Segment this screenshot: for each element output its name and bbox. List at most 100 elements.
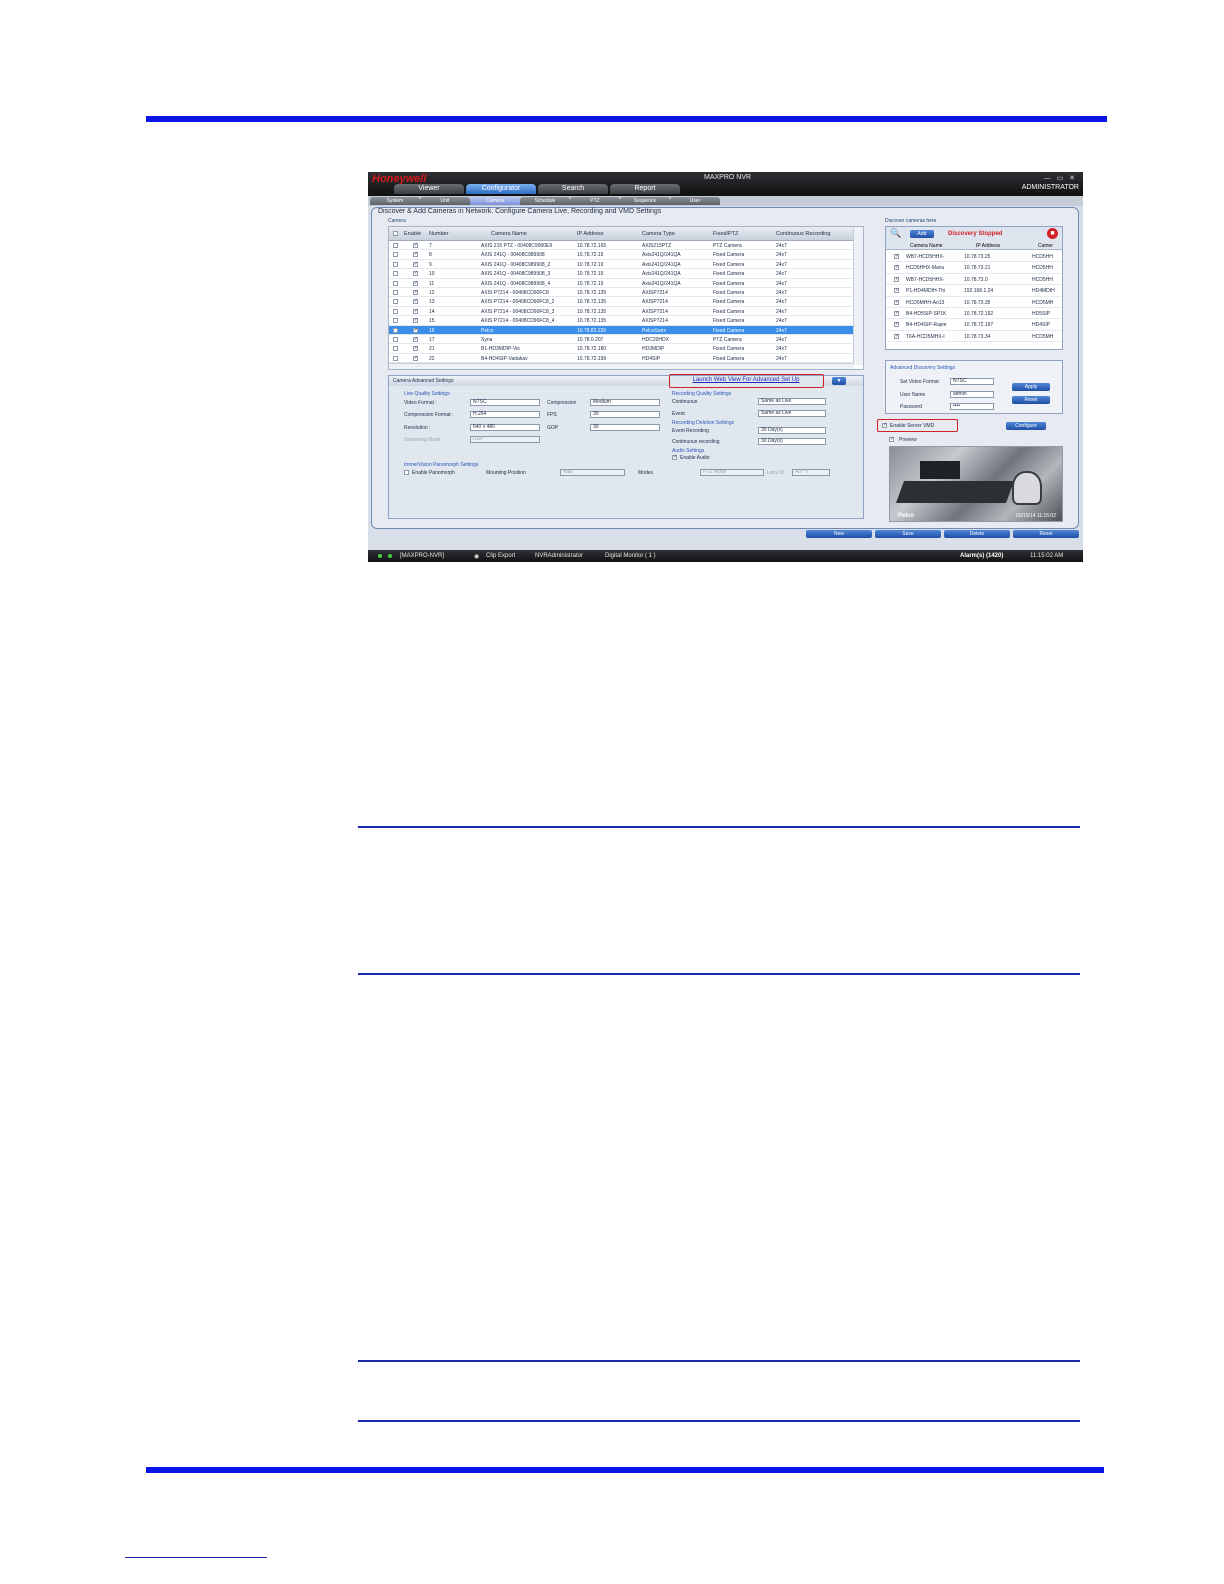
continuous-select[interactable]: Same as Live (758, 398, 826, 405)
row-select-checkbox[interactable] (393, 337, 398, 342)
window-controls[interactable]: — ▭ ✕ (1044, 174, 1077, 182)
row-enable-checkbox[interactable] (413, 298, 418, 305)
col-camera-type[interactable]: Camera Type (642, 231, 675, 237)
row-select-checkbox[interactable] (393, 308, 398, 314)
stop-icon[interactable]: ■ (1047, 228, 1058, 239)
discover-row-checkbox[interactable] (894, 287, 899, 294)
row-select-checkbox[interactable] (393, 355, 398, 361)
compression-format-select[interactable]: H.264 (470, 411, 540, 418)
tab-configurator[interactable]: Configurator (466, 184, 536, 194)
gop-input[interactable]: 30 (590, 424, 660, 431)
camera-table-hscroll[interactable] (389, 363, 854, 369)
resolution-select[interactable]: 640 x 480 (470, 424, 540, 431)
discover-row-checkbox[interactable] (894, 310, 899, 316)
tab-report[interactable]: Report (610, 184, 680, 194)
subtab-schedule[interactable]: Schedule (520, 197, 570, 205)
row-select-checkbox[interactable] (393, 346, 398, 352)
row-select-checkbox[interactable] (393, 327, 398, 333)
collapse-icon[interactable]: ▼ (832, 377, 846, 385)
fps-select[interactable]: 30 (590, 411, 660, 418)
lens-id-select[interactable]: A0**V (792, 469, 830, 476)
event-select[interactable]: Same as Live (758, 410, 826, 417)
subtab-sequence[interactable]: Sequence (620, 197, 670, 205)
col-enable[interactable]: Enable (404, 231, 421, 237)
continuous-recording-select[interactable]: 30 Day(s) (758, 438, 826, 445)
row-enable-checkbox[interactable] (413, 308, 418, 314)
list-item[interactable]: HCD5HHX-Manu 10.78.73.21 HCD5HH (886, 262, 1062, 274)
disc-col-name[interactable]: Camera Name (910, 243, 943, 249)
row-enable-checkbox[interactable] (413, 270, 418, 277)
add-button[interactable]: Add (910, 230, 934, 238)
discover-row-checkbox[interactable] (894, 276, 899, 282)
status-clip-export[interactable]: Clip Export (486, 553, 515, 559)
discover-row-checkbox[interactable] (894, 264, 899, 271)
row-select-checkbox[interactable] (393, 299, 398, 305)
discover-row-checkbox[interactable] (894, 321, 899, 328)
row-select-checkbox[interactable] (393, 318, 398, 324)
row-enable-checkbox[interactable] (413, 336, 418, 342)
row-enable-checkbox[interactable] (413, 289, 418, 295)
current-user[interactable]: ADMINISTRATOR (1022, 184, 1079, 191)
col-camera-name[interactable]: Camera Name (491, 231, 527, 237)
row-select-checkbox[interactable] (393, 252, 398, 258)
tab-viewer[interactable]: Viewer (394, 184, 464, 194)
table-row[interactable]: 10 AXIS 241Q - 00408C989908_3 10.78.72.19 A… (389, 269, 854, 279)
list-item[interactable]: WB7-HCD5HHX- 10.78.73.25 HCD5HH (886, 251, 1062, 263)
enable-vmd-checkbox[interactable] (882, 422, 887, 428)
configure-button[interactable]: Configure (1006, 422, 1046, 430)
mounting-position-select[interactable]: Wall (560, 469, 625, 476)
new-button[interactable]: New (806, 530, 872, 538)
col-number[interactable]: Number (429, 231, 449, 237)
launch-web-view-link[interactable]: Launch Web View For Advanced Set Up (671, 376, 821, 387)
list-item[interactable]: B4-HD4SIP-Rajee 10.78.72.197 HD4SIP (886, 319, 1062, 331)
subtab-unit[interactable]: Unit (420, 197, 470, 205)
delete-button[interactable]: Delete (944, 530, 1010, 538)
table-row[interactable]: 13 AXIS P7214 - 00408CD90FC8_2 10.78.72.13… (389, 297, 854, 307)
row-enable-checkbox[interactable] (413, 327, 418, 333)
disc-col-type[interactable]: Camer (1038, 243, 1053, 249)
col-fixed-ptz[interactable]: Fixed/PTZ (713, 231, 738, 237)
table-row[interactable]: 14 AXIS P7214 - 00408CD90FC8_3 10.78.72.13… (389, 307, 854, 317)
row-enable-checkbox[interactable] (413, 261, 418, 267)
enable-panomorph-checkbox[interactable] (404, 470, 409, 475)
tab-search[interactable]: Search (538, 184, 608, 194)
row-enable-checkbox[interactable] (413, 317, 418, 324)
col-continuous-recording[interactable]: Continuous Recording (776, 231, 830, 237)
row-enable-checkbox[interactable] (413, 345, 418, 352)
subtab-camera[interactable]: Camera (470, 197, 520, 205)
row-select-checkbox[interactable] (393, 290, 398, 295)
table-row[interactable]: 15 AXIS P7214 - 00408CD90FC8_4 10.78.72.13… (389, 316, 854, 326)
row-select-checkbox[interactable] (393, 280, 398, 286)
subtab-ptz[interactable]: PTZ (570, 197, 620, 205)
subtab-user[interactable]: User (670, 197, 720, 205)
row-enable-checkbox[interactable] (413, 280, 418, 286)
list-item[interactable]: P1-HD4MDIH-Thi 192.168.1.24 HD4MDIH (886, 285, 1062, 297)
row-select-checkbox[interactable] (393, 261, 398, 267)
table-row[interactable]: 7 AXIS 215 PTZ - 00408C9000E9 10.78.72.165… (389, 241, 854, 251)
status-alarms[interactable]: Alarm(s) (1420) (960, 553, 1003, 559)
table-row[interactable]: 22 B4-HD4SIP-Vadakav 10.78.72.199 HD4SIP Fix… (389, 354, 854, 364)
col-ip-address[interactable]: IP Address (577, 231, 604, 237)
table-row[interactable]: 21 B1-HD3MDIP-Vis 10.78.72.180 HD3MDIP Fixed… (389, 344, 854, 354)
table-row[interactable]: 16 Pelco 10.78.83.220 PelcoSarix Fixed Camer… (389, 325, 854, 335)
table-row[interactable]: 17 Syna 10.78.0.207 HDC20HDX PTZ Camera 24x7 (389, 335, 854, 345)
search-icon[interactable]: 🔍 (890, 228, 901, 239)
row-select-checkbox[interactable] (393, 243, 398, 248)
compression-select[interactable]: Medium (590, 399, 660, 406)
row-enable-checkbox[interactable] (413, 242, 418, 248)
list-item[interactable]: HCD5MHH-Ao13 10.78.73.35 HCD5MH (886, 297, 1062, 308)
row-enable-checkbox[interactable] (413, 251, 418, 258)
streaming-mode-select[interactable]: UDP (470, 436, 540, 443)
table-row[interactable]: 8 AXIS 241Q - 00408C989908 10.78.72.19 Axis… (389, 250, 854, 260)
row-enable-checkbox[interactable] (413, 355, 418, 361)
list-item[interactable]: WB7-HCD5HHX- 10.78.73.0 HCD5HH (886, 274, 1062, 286)
select-all-checkbox[interactable] (393, 231, 398, 236)
list-item[interactable]: T6A-HCD5MHX-I 10.78.73.34 HCD5MH (886, 331, 1062, 343)
list-item[interactable]: B4-HD5SIP-SP1K 10.78.72.192 HD5SIP (886, 308, 1062, 320)
discover-row-checkbox[interactable] (894, 299, 899, 305)
clip-export-icon[interactable]: ◉ (474, 553, 479, 560)
disc-col-ip[interactable]: IP Address (976, 243, 1000, 249)
table-row[interactable]: 11 AXIS 241Q - 00408C989908_4 10.78.72.19 A… (389, 279, 854, 288)
user-name-input[interactable]: admin (950, 391, 994, 398)
video-format-select[interactable]: NTSC (470, 399, 540, 406)
